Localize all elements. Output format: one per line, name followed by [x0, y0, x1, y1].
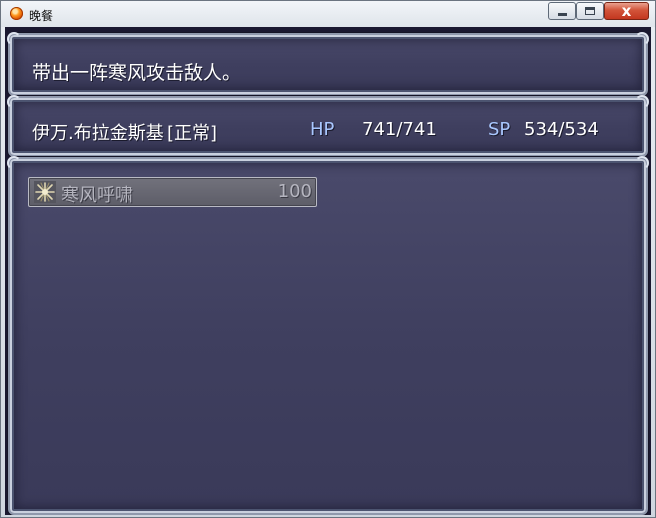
skill-list-window: 寒风呼啸 100 [7, 156, 649, 515]
wind-burst-icon [34, 181, 56, 203]
minimize-button[interactable] [548, 2, 576, 20]
sp-value: 534/534 [524, 119, 599, 140]
title-bar[interactable]: 晚餐 x [1, 1, 655, 27]
hp-value: 741/741 [362, 119, 437, 140]
skill-item-cold-wind[interactable]: 寒风呼啸 100 [28, 177, 317, 207]
maximize-icon [585, 7, 595, 15]
skill-name: 寒风呼啸 [61, 185, 133, 206]
close-button[interactable]: x [604, 2, 649, 20]
help-window: 带出一阵寒风攻击敌人。 [7, 32, 649, 96]
sp-label: SP [488, 119, 511, 140]
game-screen: 带出一阵寒风攻击敌人。 伊万.布拉金斯基 [正常] HP 741/741 SP … [5, 27, 651, 515]
actor-status-window: 伊万.布拉金斯基 [正常] HP 741/741 SP 534/534 [7, 95, 649, 157]
minimize-icon [558, 13, 567, 16]
skill-cost: 100 [277, 181, 312, 202]
actor-name: 伊万.布拉金斯基 [32, 123, 164, 144]
window-title: 晚餐 [29, 9, 54, 23]
close-icon: x [621, 2, 632, 20]
actor-state: [正常] [167, 123, 218, 144]
game-window: 晚餐 x 带出一阵寒风攻击敌人。 伊万.布拉金斯基 [正常] HP 741/74… [0, 0, 656, 518]
maximize-button[interactable] [576, 2, 604, 20]
skill-description: 带出一阵寒风攻击敌人。 [32, 62, 242, 84]
app-orb-icon [10, 7, 23, 20]
hp-label: HP [310, 119, 335, 140]
